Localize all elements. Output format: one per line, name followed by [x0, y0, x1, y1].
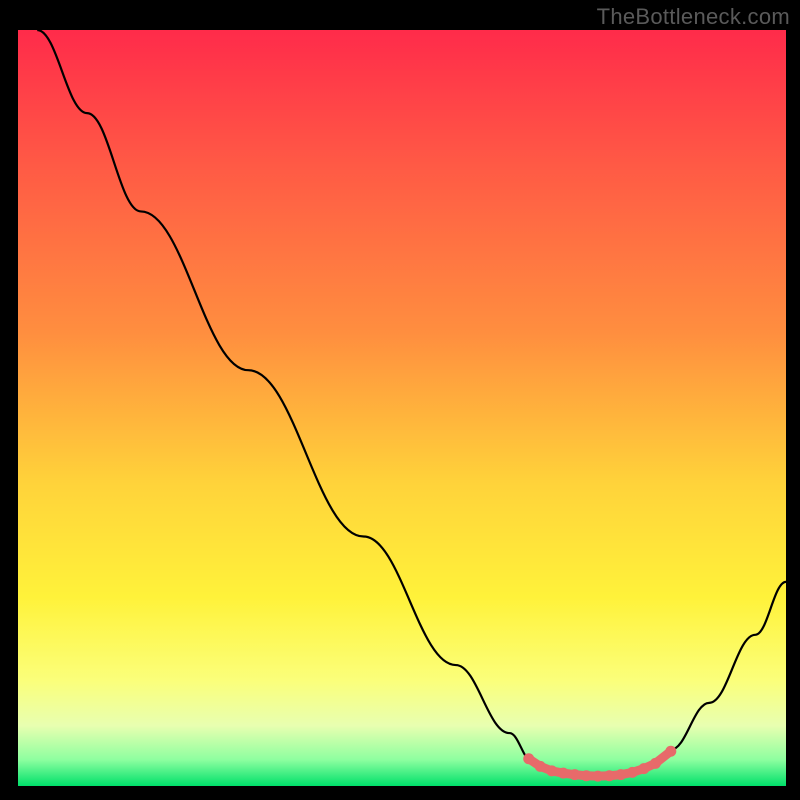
attribution-text: TheBottleneck.com	[597, 4, 790, 30]
chart-frame	[18, 30, 786, 786]
gradient-background	[18, 30, 786, 786]
bottleneck-chart	[18, 30, 786, 786]
